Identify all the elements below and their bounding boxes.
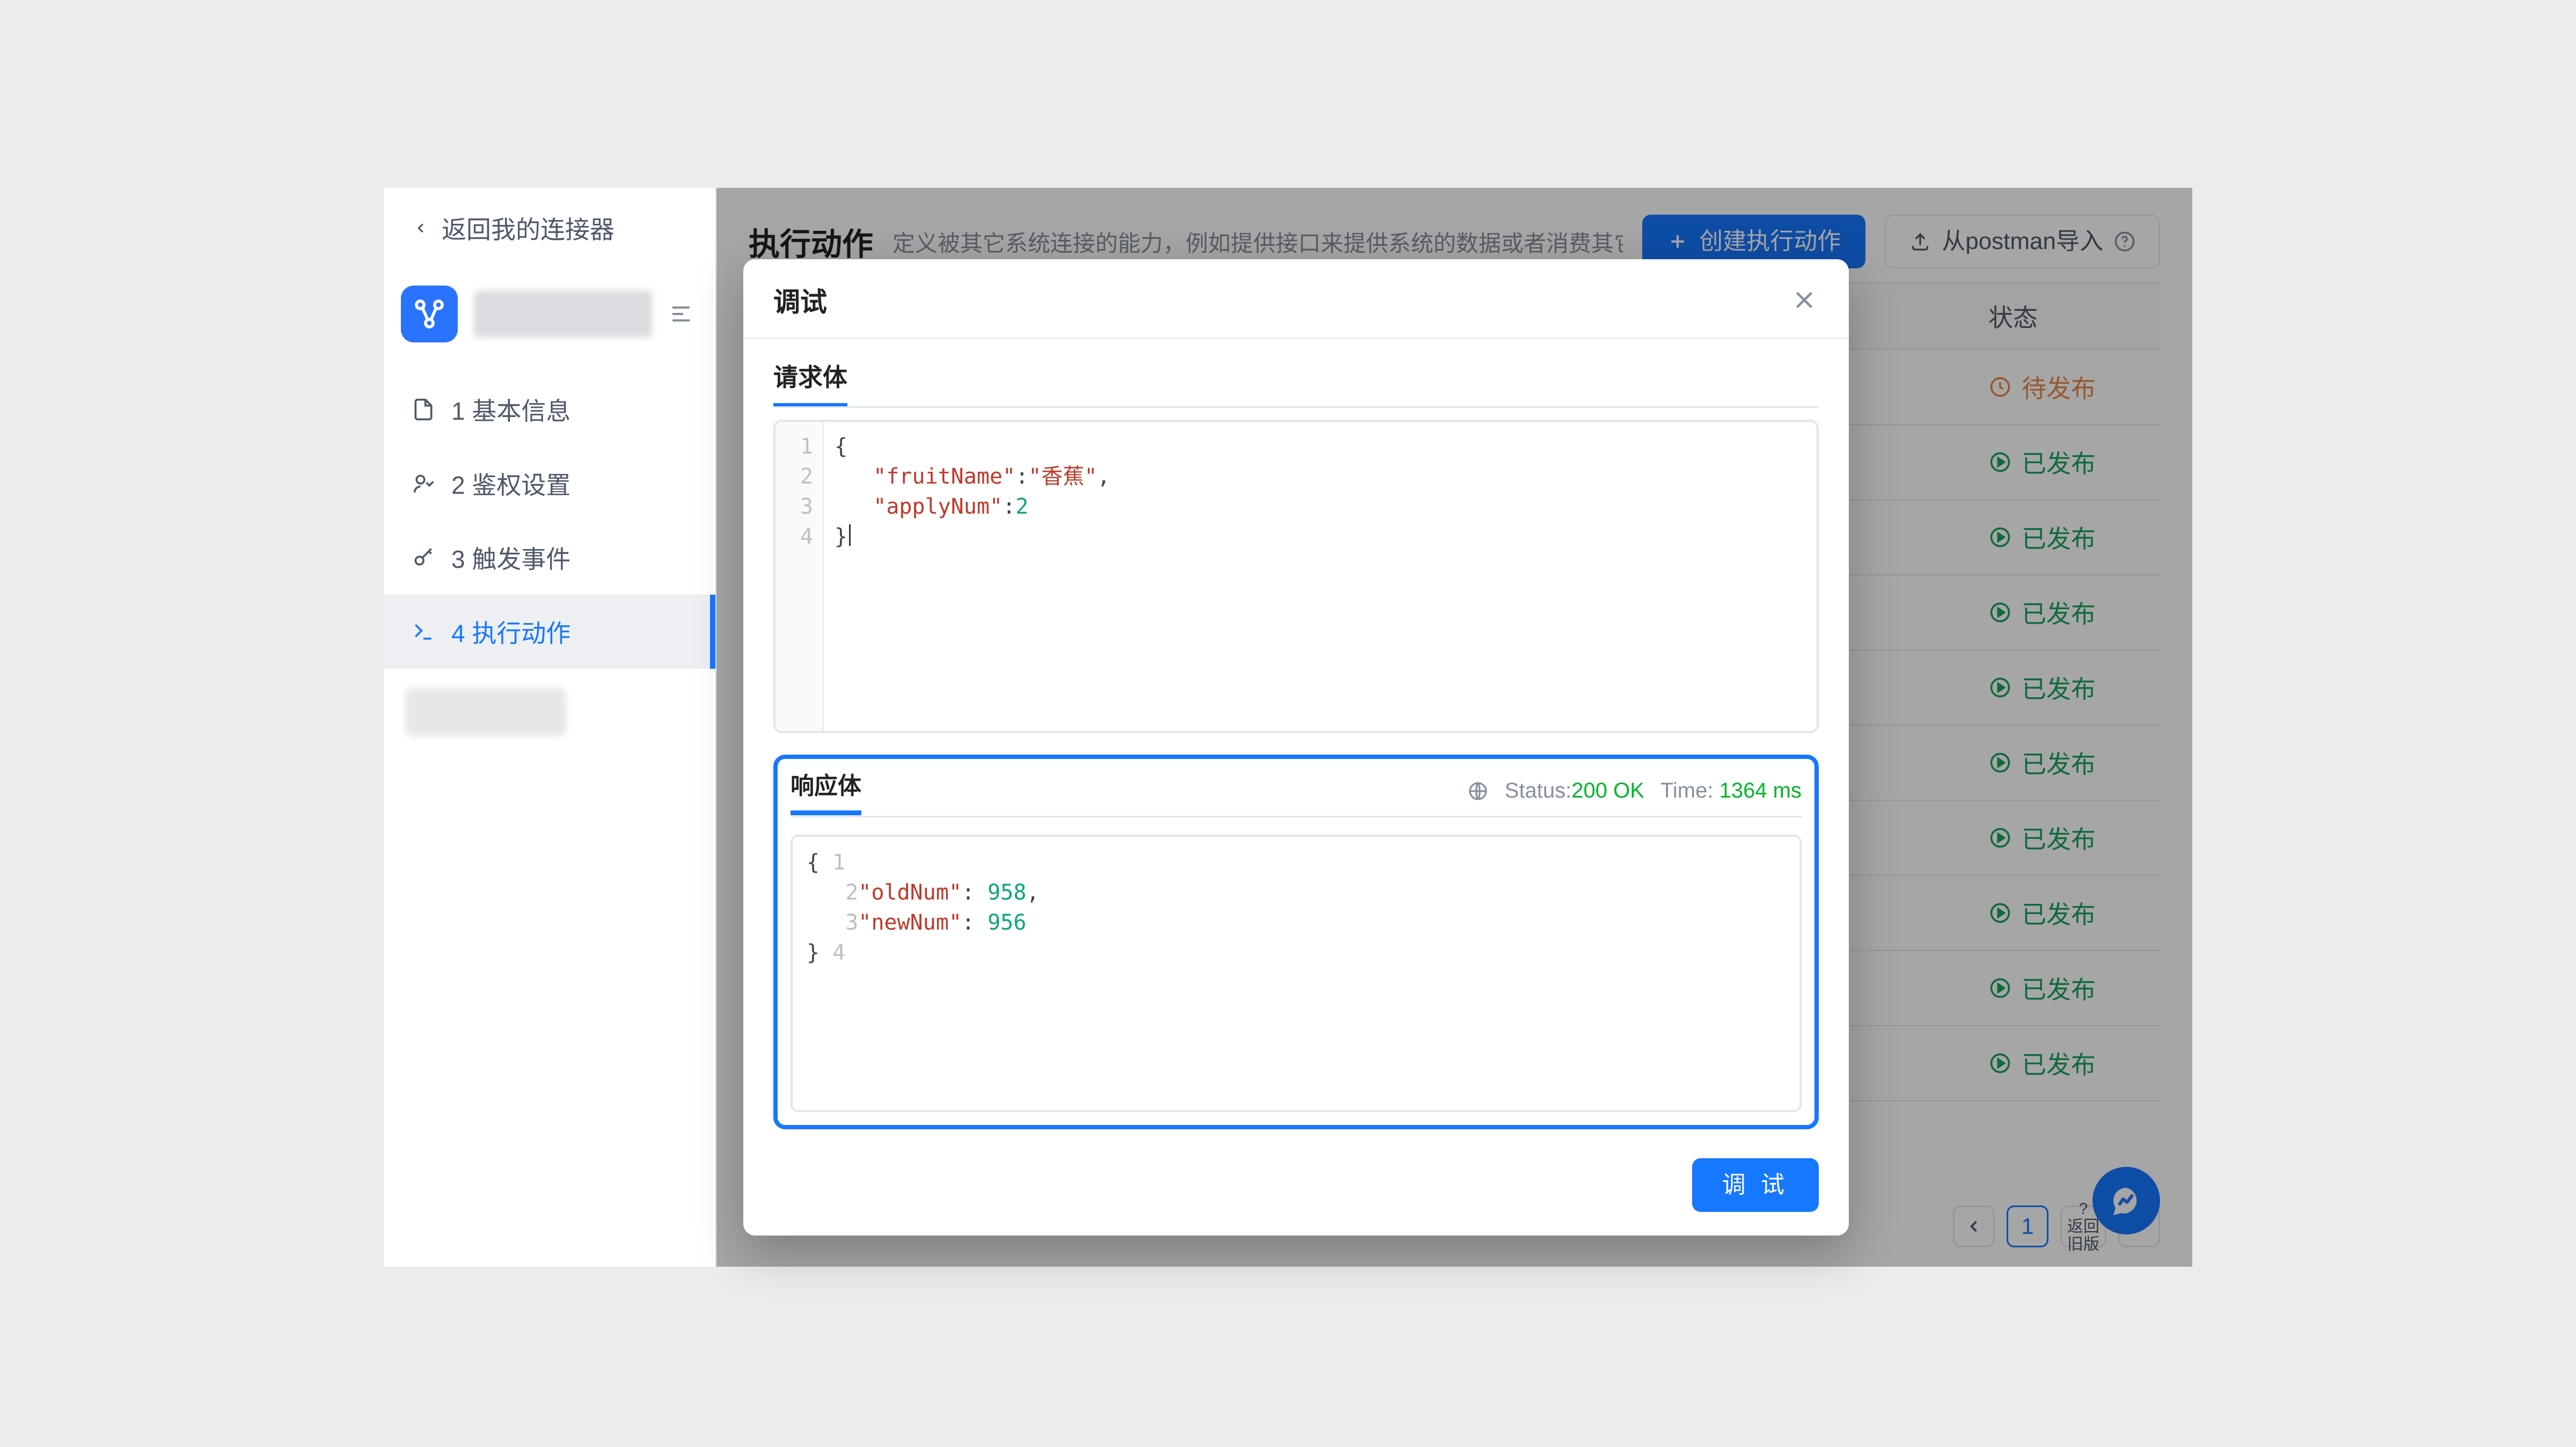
line-number: 3 <box>775 492 813 522</box>
back-label: 返回我的连接器 <box>442 210 614 246</box>
response-body-label: 响应体 <box>791 766 861 815</box>
json-value: 香蕉 <box>1041 464 1084 489</box>
sidebar-extra-placeholder <box>405 688 566 736</box>
request-body-label: 请求体 <box>773 358 847 408</box>
section-divider <box>791 816 1802 817</box>
sidebar-item-action[interactable]: 4 执行动作 <box>384 595 715 669</box>
section-divider <box>773 406 1819 408</box>
status-value: 200 OK <box>1571 779 1644 802</box>
modal-body: 请求体 1 2 3 4 { "fruitName":"香蕉", "applyNu… <box>743 339 1849 1142</box>
line-number: 4 <box>832 940 845 965</box>
connector-name-placeholder <box>474 290 652 338</box>
sidebar-item-label: 2 鉴权设置 <box>451 466 570 501</box>
json-key: fruitName <box>886 464 1002 489</box>
chevron-left-icon <box>413 220 429 236</box>
cursor-caret <box>849 524 851 546</box>
sidebar: 返回我的连接器 1 基本信息 2 鉴权设置 3 触发事件 <box>384 188 716 1267</box>
connector-header <box>384 268 715 360</box>
action-icon <box>412 620 435 644</box>
sidebar-item-label: 4 执行动作 <box>451 614 570 649</box>
collapse-sidebar-icon[interactable] <box>668 301 694 327</box>
close-modal-button[interactable] <box>1790 286 1819 315</box>
request-gutter: 1 2 3 4 <box>775 422 824 731</box>
button-label: 调 试 <box>1722 1173 1789 1197</box>
sidebar-item-trigger[interactable]: 3 触发事件 <box>384 521 715 595</box>
user-check-icon <box>412 472 435 495</box>
key-icon <box>412 546 435 569</box>
line-number: 4 <box>775 522 813 552</box>
response-status-info: Status:200 OK Time: 1364 ms <box>1467 779 1802 803</box>
json-value: 2 <box>1015 494 1028 519</box>
sidebar-item-auth[interactable]: 2 鉴权设置 <box>384 447 715 521</box>
debug-button[interactable]: 调 试 <box>1692 1158 1819 1212</box>
request-editor[interactable]: 1 2 3 4 { "fruitName":"香蕉", "applyNum":2… <box>773 420 1819 733</box>
line-number: 1 <box>775 432 813 462</box>
json-key: applyNum <box>886 494 990 519</box>
line-number: 2 <box>775 462 813 492</box>
response-editor[interactable]: { 1 2"oldNum": 958, 3"newNum": 956 } 4 <box>791 835 1802 1112</box>
json-key: oldNum <box>871 880 949 905</box>
response-panel: 响应体 Status:200 OK Time: 1364 ms <box>773 755 1819 1129</box>
modal-title: 调试 <box>773 281 827 319</box>
response-code: { 1 2"oldNum": 958, 3"newNum": 956 } 4 <box>793 837 1799 1110</box>
sidebar-item-label: 3 触发事件 <box>451 540 570 575</box>
modal-header: 调试 <box>743 259 1849 339</box>
back-link[interactable]: 返回我的连接器 <box>384 188 715 268</box>
side-nav: 1 基本信息 2 鉴权设置 3 触发事件 4 执行动作 <box>384 372 715 669</box>
close-icon <box>1790 286 1819 315</box>
debug-modal: 调试 请求体 1 2 3 4 { "fruitName":"香蕉", "appl <box>743 259 1849 1236</box>
request-code[interactable]: { "fruitName":"香蕉", "applyNum":2 } <box>824 422 1817 731</box>
request-section: 请求体 1 2 3 4 { "fruitName":"香蕉", "applyNu… <box>773 358 1819 755</box>
doc-icon <box>412 398 435 421</box>
line-number: 2 <box>845 880 858 905</box>
status-label: Status: <box>1505 779 1572 802</box>
sidebar-item-label: 1 基本信息 <box>451 392 570 427</box>
time-label: Time: <box>1660 779 1714 802</box>
json-value: 956 <box>987 910 1026 935</box>
sidebar-item-basic[interactable]: 1 基本信息 <box>384 372 715 447</box>
response-header: 响应体 Status:200 OK Time: 1364 ms <box>791 766 1802 815</box>
line-number: 1 <box>832 850 845 875</box>
connector-icon <box>401 286 458 342</box>
time-value: 1364 ms <box>1719 779 1802 802</box>
modal-footer: 调 试 <box>743 1142 1849 1236</box>
globe-icon <box>1467 780 1489 802</box>
line-number: 3 <box>845 910 858 935</box>
json-value: 958 <box>987 880 1026 905</box>
json-key: newNum <box>871 910 949 935</box>
